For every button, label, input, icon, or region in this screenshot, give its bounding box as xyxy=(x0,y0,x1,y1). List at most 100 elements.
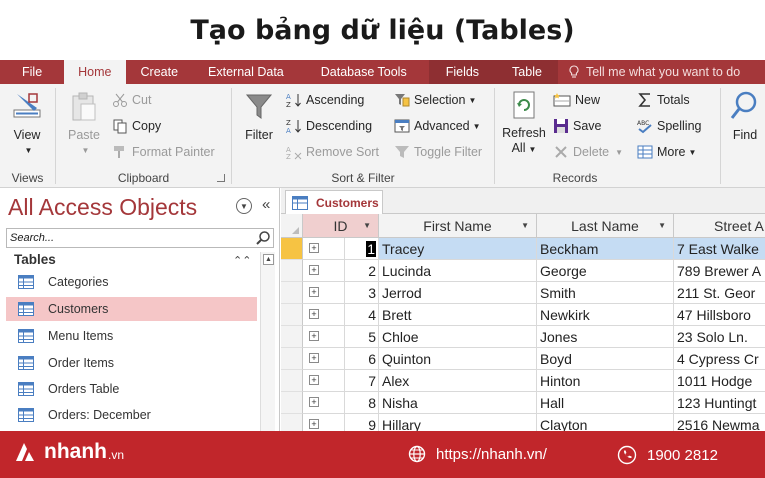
nav-item-categories[interactable]: Categories xyxy=(6,270,257,294)
tab-create[interactable]: Create xyxy=(126,60,194,84)
cell-last-name[interactable]: George xyxy=(537,260,674,282)
cell-street-address[interactable]: 4 Cypress Cr xyxy=(674,348,765,370)
cell-first-name[interactable]: Jerrod xyxy=(379,282,537,304)
table-row[interactable]: +7 Alex Hinton 1011 Hodge xyxy=(281,370,765,392)
cell-id[interactable]: 5 xyxy=(345,326,379,348)
table-row[interactable]: +3 Jerrod Smith 211 St. Geor xyxy=(281,282,765,304)
column-header-last-name[interactable]: Last Name ▼ xyxy=(537,214,674,238)
cell-first-name[interactable]: Brett xyxy=(379,304,537,326)
select-all-corner[interactable] xyxy=(281,214,303,238)
toggle-filter-button[interactable]: Toggle Filter xyxy=(394,142,482,162)
tell-me-box[interactable]: Tell me what you want to do xyxy=(558,60,755,84)
cell-street-address[interactable]: 2516 Newma xyxy=(674,414,765,432)
cell-first-name[interactable]: Hillary xyxy=(379,414,537,431)
format-painter-button[interactable]: Format Painter xyxy=(112,142,215,162)
record-selector[interactable] xyxy=(281,370,303,392)
double-chevron-up-icon[interactable]: ⌃⌃ xyxy=(233,254,251,267)
cell-first-name[interactable]: Chloe xyxy=(379,326,537,348)
spelling-button[interactable]: ABC Spelling xyxy=(637,116,701,136)
website-link[interactable]: https://nhanh.vn/ xyxy=(408,445,547,463)
totals-button[interactable]: Totals xyxy=(637,90,690,110)
cell-street-address[interactable]: 23 Solo Ln. xyxy=(674,326,765,348)
nav-item-customers[interactable]: Customers xyxy=(6,297,257,321)
column-header-id[interactable]: ID ▼ xyxy=(303,214,379,238)
paste-button[interactable]: Paste ▼ xyxy=(64,90,104,158)
remove-sort-button[interactable]: AZ Remove Sort xyxy=(286,142,379,162)
advanced-button[interactable]: Advanced ▼ xyxy=(394,116,481,136)
record-selector[interactable] xyxy=(281,238,303,260)
nav-menu-chevron-icon[interactable]: ▼ xyxy=(236,198,252,214)
record-selector[interactable] xyxy=(281,348,303,370)
column-dropdown-icon[interactable]: ▼ xyxy=(658,221,666,230)
expand-plus-icon[interactable]: + xyxy=(309,243,319,253)
table-row[interactable]: +4 Brett Newkirk 47 Hillsboro xyxy=(281,304,765,326)
column-dropdown-icon[interactable]: ▼ xyxy=(363,221,371,230)
nav-group-tables[interactable]: Tables xyxy=(14,252,56,267)
nav-item-menu-items[interactable]: Menu Items xyxy=(6,324,257,348)
table-row[interactable]: +6 Quinton Boyd 4 Cypress Cr xyxy=(281,348,765,370)
selection-button[interactable]: Selection ▼ xyxy=(394,90,476,110)
expand-plus-icon[interactable]: + xyxy=(309,287,319,297)
cell-first-name[interactable]: Lucinda xyxy=(379,260,537,282)
cell-first-name[interactable]: Nisha xyxy=(379,392,537,414)
expand-plus-icon[interactable]: + xyxy=(309,309,319,319)
tab-home[interactable]: Home xyxy=(64,60,126,84)
save-record-button[interactable]: Save xyxy=(553,116,602,136)
record-selector[interactable] xyxy=(281,414,303,431)
nav-item-order-items[interactable]: Order Items xyxy=(6,351,257,375)
cell-id[interactable]: 9 xyxy=(345,414,379,431)
refresh-all-button[interactable]: Refresh All ▼ xyxy=(501,90,547,157)
descending-button[interactable]: ZA Descending xyxy=(286,116,372,136)
table-row[interactable]: +2 Lucinda George 789 Brewer A xyxy=(281,260,765,282)
expand-plus-icon[interactable]: + xyxy=(309,265,319,275)
cell-id[interactable]: 6 xyxy=(345,348,379,370)
nav-search-input[interactable]: Search... xyxy=(6,228,274,248)
more-button[interactable]: More ▼ xyxy=(637,142,696,162)
column-header-street-address[interactable]: Street A xyxy=(674,214,765,238)
search-icon[interactable] xyxy=(255,230,271,246)
delete-record-button[interactable]: Delete ▼ xyxy=(553,142,623,162)
cell-last-name[interactable]: Jones xyxy=(537,326,674,348)
cell-last-name[interactable]: Clayton xyxy=(537,414,674,431)
record-selector[interactable] xyxy=(281,326,303,348)
clipboard-dialog-launcher-icon[interactable] xyxy=(217,174,225,182)
cell-street-address[interactable]: 47 Hillsboro xyxy=(674,304,765,326)
record-selector[interactable] xyxy=(281,260,303,282)
cell-first-name[interactable]: Quinton xyxy=(379,348,537,370)
expand-plus-icon[interactable]: + xyxy=(309,375,319,385)
cell-last-name[interactable]: Boyd xyxy=(537,348,674,370)
expand-plus-icon[interactable]: + xyxy=(309,397,319,407)
cell-id[interactable]: 7 xyxy=(345,370,379,392)
copy-button[interactable]: Copy xyxy=(112,116,161,136)
cell-id[interactable]: 8 xyxy=(345,392,379,414)
phone-link[interactable]: 1900 2812 xyxy=(617,445,718,465)
ascending-button[interactable]: AZ Ascending xyxy=(286,90,364,110)
cell-street-address[interactable]: 7 East Walke xyxy=(674,238,765,260)
column-dropdown-icon[interactable]: ▼ xyxy=(521,221,529,230)
cell-first-name[interactable]: Alex xyxy=(379,370,537,392)
view-button[interactable]: View ▼ xyxy=(8,90,46,158)
table-row[interactable]: +5 Chloe Jones 23 Solo Ln. xyxy=(281,326,765,348)
cell-id[interactable]: 4 xyxy=(345,304,379,326)
cut-button[interactable]: Cut xyxy=(112,90,151,110)
cell-last-name[interactable]: Beckham xyxy=(537,238,674,260)
tab-external-data[interactable]: External Data xyxy=(193,60,299,84)
tab-fields[interactable]: Fields xyxy=(428,60,497,84)
nav-scrollbar[interactable]: ▲ xyxy=(260,252,275,431)
cell-street-address[interactable]: 123 Huntingt xyxy=(674,392,765,414)
tab-database-tools[interactable]: Database Tools xyxy=(299,60,429,84)
cell-id[interactable]: 2 xyxy=(345,260,379,282)
cell-last-name[interactable]: Hall xyxy=(537,392,674,414)
new-record-button[interactable]: New xyxy=(553,90,600,110)
table-row[interactable]: +1 Tracey Beckham 7 East Walke xyxy=(281,238,765,260)
cell-id[interactable]: 3 xyxy=(345,282,379,304)
record-selector[interactable] xyxy=(281,282,303,304)
nav-item-orders-table[interactable]: Orders Table xyxy=(6,377,257,401)
cell-street-address[interactable]: 1011 Hodge xyxy=(674,370,765,392)
table-row[interactable]: +8 Nisha Hall 123 Huntingt xyxy=(281,392,765,414)
filter-button[interactable]: Filter xyxy=(238,90,280,143)
nav-item-orders-december[interactable]: Orders: December xyxy=(6,403,257,427)
expand-plus-icon[interactable]: + xyxy=(309,419,319,429)
nav-title[interactable]: All Access Objects xyxy=(8,194,197,221)
table-row[interactable]: +9 Hillary Clayton 2516 Newma xyxy=(281,414,765,431)
